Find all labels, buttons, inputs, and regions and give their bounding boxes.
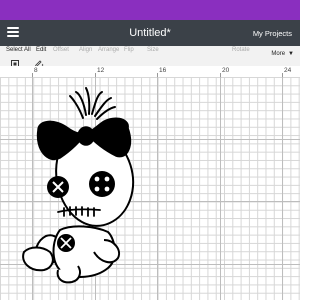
left-eye-button [47,176,69,198]
body-button [57,234,75,252]
right-eye-button [89,171,115,197]
doll-design-image[interactable] [0,0,300,300]
